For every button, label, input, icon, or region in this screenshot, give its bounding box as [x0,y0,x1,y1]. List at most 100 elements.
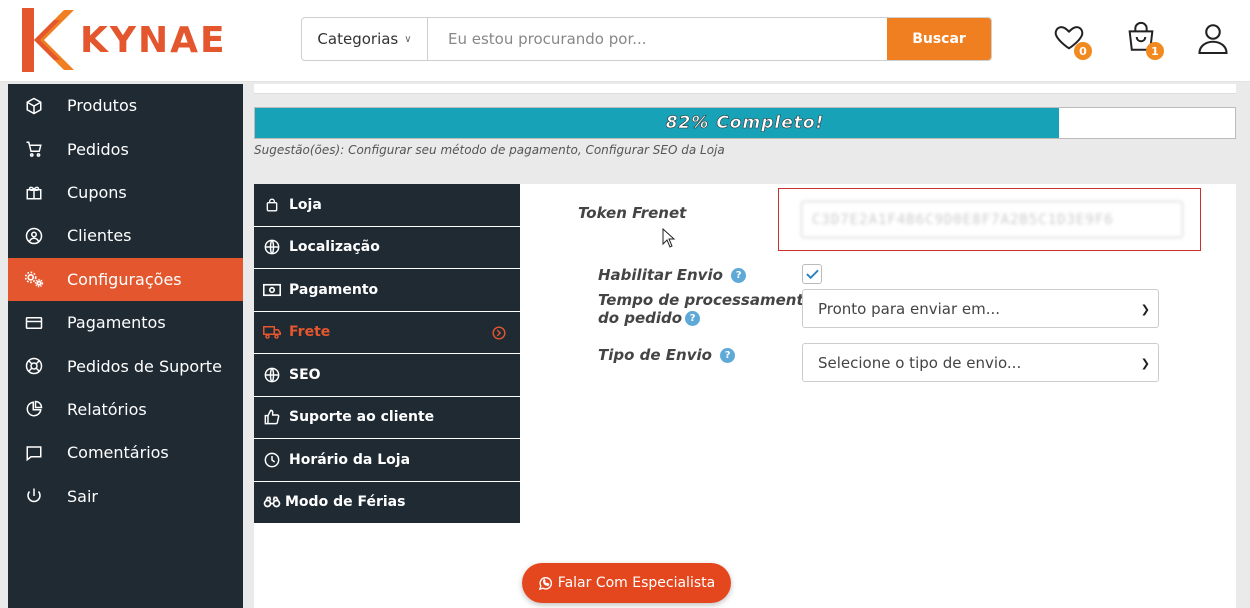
sidebar-item-pedidos-de-suporte[interactable]: Pedidos de Suporte [8,344,243,387]
settings-menu-label: Horário da Loja [289,451,411,468]
category-select[interactable]: Categorias ∨ [302,18,428,60]
mouse-cursor-icon [662,228,676,248]
settings-menu-label: Frete [289,324,331,341]
sidebar-item-label: Sair [67,486,98,506]
credit-card-icon [24,313,44,333]
globe-icon [263,238,281,256]
user-icon [1198,24,1228,55]
token-frenet-label: Token Frenet [578,204,687,222]
suggestion-text: Sugestão(ões): Configurar seu método de … [254,143,725,157]
sidebar-item-label: Comentários [67,443,169,463]
sidebar-item-label: Produtos [67,96,138,116]
chevron-down-icon: ❯ [1140,303,1150,316]
binoculars-icon [263,493,281,511]
settings-menu-loja[interactable]: Loja [254,184,520,227]
power-icon [24,486,44,506]
sidebar-item-pedidos[interactable]: Pedidos [8,127,243,170]
clock-icon [263,451,281,469]
brand-name: KYNAE [80,19,227,61]
chevron-down-icon: ∨ [404,33,412,45]
money-icon [263,281,281,299]
cart-button[interactable]: 1 [1124,20,1164,60]
sidebar-item-label: Relatórios [67,399,147,419]
token-frenet-input[interactable]: C3D7E2A1F4B6C9D0E8F7A2B5C1D3E9F6 [801,201,1183,238]
kynae-logo-icon [22,8,74,72]
help-icon[interactable]: ? [685,311,701,326]
globe-icon [263,366,281,384]
truck-icon [263,323,281,341]
top-strip [254,84,1236,94]
sidebar-item-produtos[interactable]: Produtos [8,84,243,127]
shipping-type-label: Tipo de Envio ? [598,346,736,364]
shipping-type-text: Tipo de Envio [598,346,712,364]
settings-menu-label: Modo de Férias [285,494,406,511]
gears-icon [24,269,44,289]
shipping-type-select[interactable]: Selecione o tipo de envio... ❯ [802,343,1159,382]
thumbs-up-icon [263,408,281,426]
sidebar-item-label: Configurações [67,269,182,289]
wishlist-count-badge: 0 [1074,42,1092,60]
settings-menu-frete[interactable]: Frete [254,311,520,354]
enable-shipping-checkbox[interactable] [802,264,822,284]
search-input[interactable] [428,18,887,60]
token-frenet-highlight: C3D7E2A1F4B6C9D0E8F7A2B5C1D3E9F6 [778,188,1201,251]
settings-menu-localizacao[interactable]: Localização [254,226,520,269]
enable-shipping-label: Habilitar Envio ? [598,266,747,284]
sidebar-item-cupons[interactable]: Cupons [8,171,243,214]
cart-icon [24,139,44,159]
sidebar-item-clientes[interactable]: Clientes [8,214,243,257]
settings-menu-label: Suporte ao cliente [289,409,435,426]
sidebar-item-label: Pedidos [67,139,129,159]
sidebar-item-pagamentos[interactable]: Pagamentos [8,301,243,344]
sidebar-item-configuracoes[interactable]: Configurações [8,257,243,301]
processing-time-label: Tempo de processamento do pedido? [598,291,814,327]
sidebar-item-label: Cupons [67,182,127,202]
lifebuoy-icon [24,356,44,376]
chevron-down-icon: ❯ [1140,357,1150,370]
wishlist-button[interactable]: 0 [1052,20,1092,60]
processing-time-label-line1: Tempo de processamento [598,291,814,309]
shipping-type-value: Selecione o tipo de envio... [818,353,1022,372]
progress-text: 82% Completo! [665,113,825,134]
account-button[interactable] [1195,20,1231,56]
help-icon[interactable]: ? [731,268,747,283]
processing-time-select[interactable]: Pronto para enviar em... ❯ [802,289,1159,328]
enable-shipping-text: Habilitar Envio [598,266,723,284]
talk-to-specialist-button[interactable]: Falar Com Especialista [522,563,731,603]
settings-menu-suporte-ao-cliente[interactable]: Suporte ao cliente [254,396,520,439]
comment-icon [24,443,44,463]
logo[interactable]: KYNAE [20,6,227,74]
header: KYNAE Categorias ∨ Buscar 0 1 [0,0,1250,82]
settings-menu-seo[interactable]: SEO [254,354,520,397]
settings-menu-pagamento[interactable]: Pagamento [254,269,520,312]
help-icon[interactable]: ? [720,348,736,363]
sidebar-item-label: Clientes [67,226,132,246]
profile-progress-bar: 82% Completo! [254,107,1236,139]
arrow-circle-right-icon [492,325,506,340]
processing-time-value: Pronto para enviar em... [818,299,1001,318]
settings-menu-label: Loja [289,196,322,213]
cta-label: Falar Com Especialista [557,575,716,591]
processing-time-label-line2: do pedido [598,309,683,327]
settings-menu-label: SEO [289,366,321,383]
pie-chart-icon [24,399,44,419]
category-label: Categorias [317,30,399,48]
sidebar: Produtos Pedidos Cupons Clientes Configu… [8,84,243,608]
sidebar-item-relatorios[interactable]: Relatórios [8,388,243,431]
main-content: 82% Completo! Sugestão(ões): Configurar … [254,84,1236,608]
sidebar-item-sair[interactable]: Sair [8,475,243,518]
whatsapp-icon [538,576,552,590]
search-button[interactable]: Buscar [887,18,991,60]
settings-menu-label: Pagamento [289,281,379,298]
checkmark-icon [805,269,819,279]
gift-icon [24,182,44,202]
box-icon [24,96,44,116]
settings-menu-modo-de-ferias[interactable]: Modo de Férias [254,481,520,524]
sidebar-item-comentarios[interactable]: Comentários [8,431,243,474]
settings-panel: Loja Localização Pagamento Frete SEO Sup… [254,184,1236,608]
bag-icon [263,196,281,214]
search-bar: Categorias ∨ Buscar [301,17,992,61]
settings-menu-label: Localização [289,239,380,256]
settings-menu: Loja Localização Pagamento Frete SEO Sup… [254,184,520,524]
settings-menu-horario-da-loja[interactable]: Horário da Loja [254,439,520,482]
